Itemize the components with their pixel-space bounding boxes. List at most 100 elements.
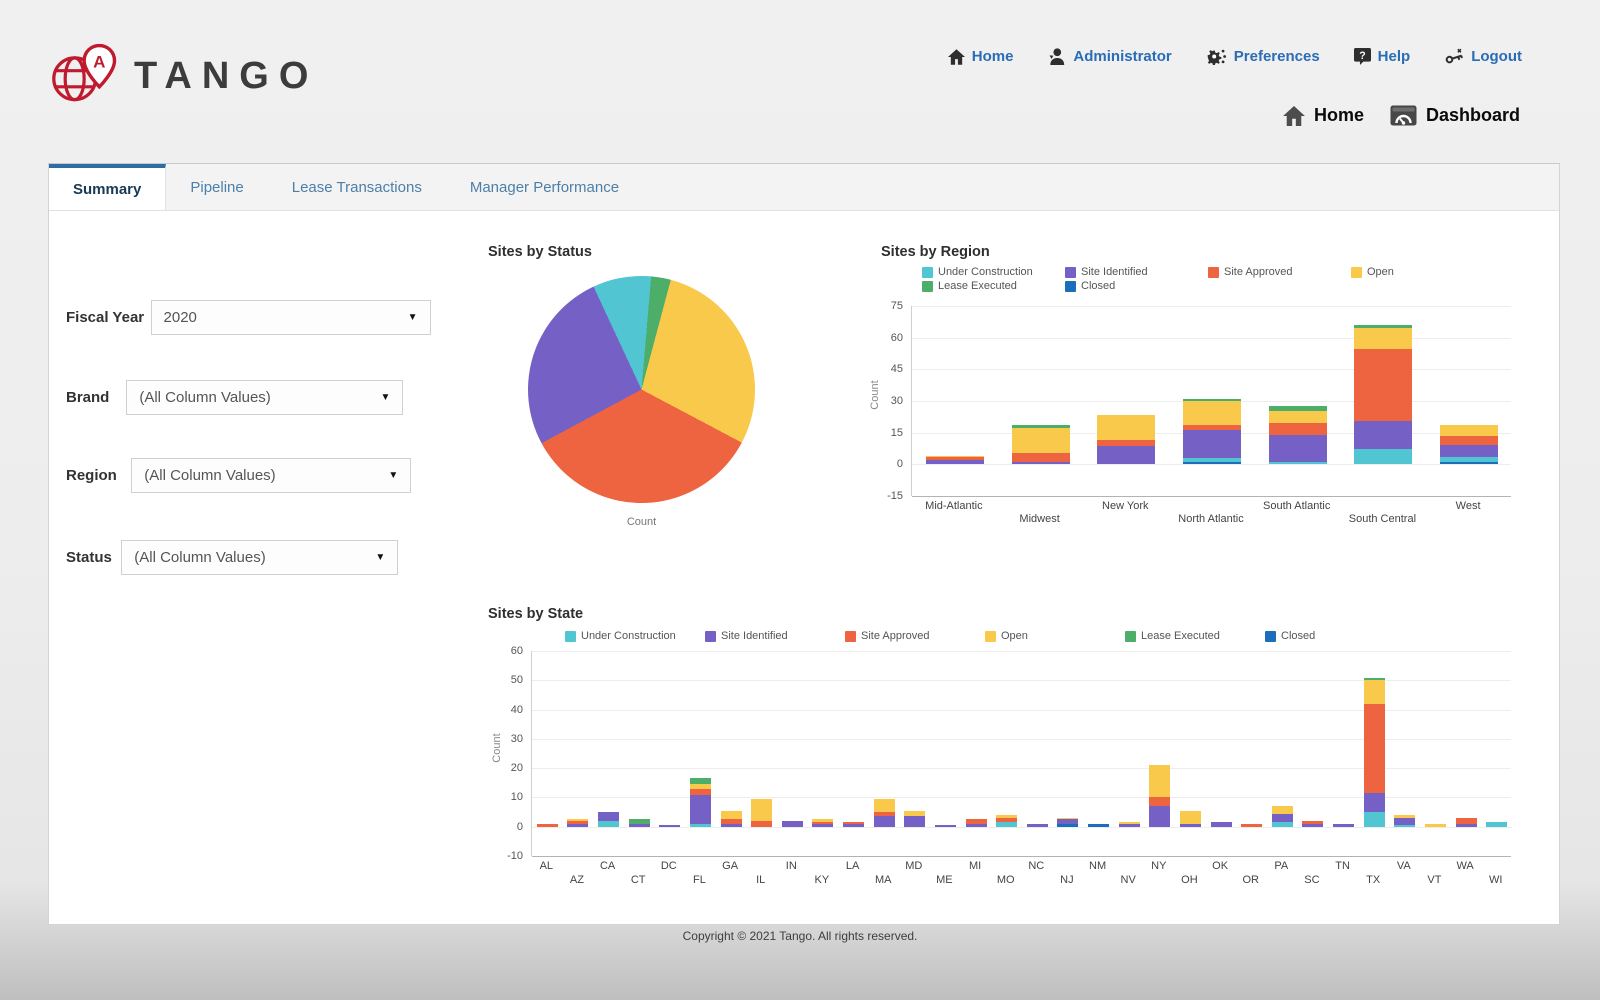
bar-nm[interactable] — [1088, 824, 1109, 826]
bar-sc[interactable] — [1302, 821, 1323, 827]
bar-ga[interactable] — [721, 811, 742, 827]
bar-il[interactable] — [751, 799, 772, 827]
bar-al[interactable] — [537, 824, 558, 827]
bar-new-york[interactable] — [1097, 415, 1155, 464]
nav-item-logout[interactable]: Logout — [1444, 48, 1522, 65]
region-select[interactable]: (All Column Values)▼ — [131, 458, 411, 493]
sites-by-status-pie[interactable] — [528, 276, 755, 503]
bar-tn[interactable] — [1333, 824, 1354, 827]
x-axis-label-wi: WI — [1441, 874, 1551, 886]
segment-site_approved — [1241, 824, 1262, 827]
bar-pa[interactable] — [1272, 806, 1293, 826]
segment-site_identified — [1183, 430, 1241, 459]
bar-tx[interactable] — [1364, 678, 1385, 827]
legend-item-closed: Closed — [1065, 280, 1208, 292]
segment-site_approved — [1012, 453, 1070, 463]
bar-dc[interactable] — [659, 825, 680, 827]
select-value: (All Column Values) — [144, 467, 275, 484]
bar-ct[interactable] — [629, 819, 650, 826]
tab-manager-performance[interactable]: Manager Performance — [446, 164, 643, 210]
segment-closed — [1183, 462, 1241, 464]
segment-site_identified — [966, 824, 987, 827]
segment-site_identified — [1456, 824, 1477, 827]
bar-or[interactable] — [1241, 824, 1262, 827]
brand-select[interactable]: (All Column Values)▼ — [126, 380, 403, 415]
bar-va[interactable] — [1394, 815, 1415, 827]
y-tick-label: 60 — [869, 332, 903, 344]
svg-text:?: ? — [1359, 50, 1365, 62]
bar-nj[interactable] — [1057, 818, 1078, 827]
bar-oh[interactable] — [1180, 811, 1201, 827]
legend-item-site-approved: Site Approved — [1208, 266, 1351, 278]
tab-pipeline[interactable]: Pipeline — [166, 164, 267, 210]
nav-item-preferences[interactable]: Preferences — [1206, 48, 1320, 65]
segment-site_approved — [751, 821, 772, 827]
pie-chart-title: Sites by Status — [488, 244, 592, 260]
y-tick-label: 40 — [489, 704, 523, 716]
bar-me[interactable] — [935, 825, 956, 827]
bar-ny[interactable] — [1149, 765, 1170, 826]
legend-label: Site Identified — [1081, 266, 1148, 278]
segment-site_approved — [1269, 423, 1327, 435]
nav-label: Logout — [1471, 48, 1522, 65]
segment-closed — [1088, 824, 1109, 826]
bar-mo[interactable] — [996, 815, 1017, 827]
segment-site_identified — [1440, 445, 1498, 457]
y-tick-label: 60 — [489, 645, 523, 657]
bar-mi[interactable] — [966, 819, 987, 826]
bar-nc[interactable] — [1027, 824, 1048, 826]
bar-midwest[interactable] — [1012, 425, 1070, 464]
segment-open — [1354, 328, 1412, 349]
segment-site_identified — [690, 795, 711, 824]
bar-ky[interactable] — [812, 819, 833, 826]
tab-lease-transactions[interactable]: Lease Transactions — [268, 164, 446, 210]
segment-open — [1440, 425, 1498, 436]
bar-in[interactable] — [782, 821, 803, 826]
bar-south-central[interactable] — [1354, 325, 1412, 464]
breadcrumb-dashboard[interactable]: Dashboard — [1390, 105, 1520, 126]
bar-wi[interactable] — [1486, 822, 1507, 826]
bar-vt[interactable] — [1425, 824, 1446, 827]
lease-executed-swatch — [922, 281, 933, 292]
segment-under_construction — [1394, 825, 1415, 827]
bar-wa[interactable] — [1456, 818, 1477, 827]
filter-label-region: Region — [66, 467, 117, 484]
bar-west[interactable] — [1440, 425, 1498, 464]
filter-label-fiscal-year: Fiscal Year — [66, 309, 144, 326]
status-select[interactable]: (All Column Values)▼ — [121, 540, 398, 575]
bar-ma[interactable] — [874, 799, 895, 827]
nav-label: Preferences — [1234, 48, 1320, 65]
bar-nv[interactable] — [1119, 822, 1140, 826]
segment-open — [1425, 824, 1446, 827]
breadcrumb-home[interactable]: Home — [1283, 105, 1364, 126]
bar-south-atlantic[interactable] — [1269, 406, 1327, 464]
x-axis-label-south-atlantic: South Atlantic — [1242, 500, 1352, 512]
bar-fl[interactable] — [690, 778, 711, 826]
x-axis-label-new-york: New York — [1070, 500, 1180, 512]
segment-site_identified — [1119, 824, 1140, 827]
nav-item-home[interactable]: Home — [948, 48, 1014, 65]
fiscal-year-select[interactable]: 2020▼ — [151, 300, 431, 335]
bar-mid-atlantic[interactable] — [926, 456, 984, 464]
nav-item-administrator[interactable]: Administrator — [1047, 48, 1171, 65]
tab-summary[interactable]: Summary — [49, 164, 166, 210]
legend-label: Lease Executed — [938, 280, 1017, 292]
y-tick-label: 10 — [489, 791, 523, 803]
segment-open — [1364, 680, 1385, 703]
bar-la[interactable] — [843, 822, 864, 826]
segment-open — [1012, 428, 1070, 452]
pie-xaxis-label: Count — [528, 516, 755, 528]
legend-item-open: Open — [985, 630, 1125, 642]
select-value: (All Column Values) — [139, 389, 270, 406]
bar-ca[interactable] — [598, 812, 619, 827]
nav-item-help[interactable]: ?Help — [1354, 48, 1411, 65]
bar-az[interactable] — [567, 819, 588, 826]
bar-ok[interactable] — [1211, 822, 1232, 826]
legend-row: Under ConstructionSite IdentifiedSite Ap… — [922, 266, 1494, 278]
select-value: (All Column Values) — [134, 549, 265, 566]
bar-md[interactable] — [904, 811, 925, 827]
nav-label: Home — [972, 48, 1014, 65]
segment-site_identified — [935, 825, 956, 827]
segment-under_construction — [1364, 812, 1385, 827]
bar-north-atlantic[interactable] — [1183, 399, 1241, 464]
